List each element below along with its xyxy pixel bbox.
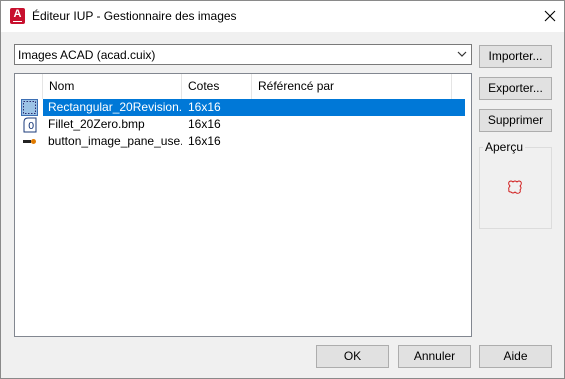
app-icon-letter: A — [13, 8, 22, 20]
help-button[interactable]: Aide — [479, 345, 552, 368]
row-cotes: 16x16 — [188, 117, 221, 131]
chevron-down-icon — [457, 51, 467, 57]
title-bar: A Éditeur IUP - Gestionnaire des images — [1, 1, 564, 32]
list-row[interactable]: 0 Fillet_20Zero.bmp 16x16 — [15, 116, 471, 133]
delete-button[interactable]: Supprimer — [479, 109, 552, 132]
button-image-pane-icon — [23, 139, 36, 144]
ok-button[interactable]: OK — [316, 345, 389, 368]
row-cotes: 16x16 — [188, 100, 221, 114]
close-icon — [544, 10, 556, 22]
rectangular-revision-icon — [21, 99, 38, 116]
cancel-button[interactable]: Annuler — [398, 345, 471, 368]
fillet-zero-icon: 0 — [23, 117, 37, 133]
row-name: Rectangular_20Revision... — [48, 100, 182, 114]
image-source-select[interactable]: Images ACAD (acad.cuix) — [14, 44, 472, 65]
image-list[interactable]: Nom Cotes Référencé par Rectangular_20Re… — [14, 73, 472, 337]
header-reference-par[interactable]: Référencé par — [252, 74, 452, 99]
header-nom[interactable]: Nom — [43, 74, 182, 99]
autocad-app-icon: A — [10, 8, 25, 24]
svg-text:0: 0 — [28, 121, 34, 132]
header-icon-column — [15, 74, 43, 99]
list-row[interactable]: Rectangular_20Revision... 16x16 — [15, 99, 471, 116]
revision-cloud-preview-icon — [508, 180, 522, 194]
row-name: Fillet_20Zero.bmp — [48, 117, 145, 131]
header-cotes[interactable]: Cotes — [182, 74, 252, 99]
close-button[interactable] — [536, 3, 564, 29]
row-name: button_image_pane_use... — [48, 134, 182, 148]
image-source-value: Images ACAD (acad.cuix) — [18, 48, 156, 62]
row-cotes: 16x16 — [188, 134, 221, 148]
preview-label: Aperçu — [483, 140, 526, 154]
list-row[interactable]: button_image_pane_use... 16x16 — [15, 133, 471, 150]
import-button[interactable]: Importer... — [479, 45, 552, 68]
image-manager-dialog: A Éditeur IUP - Gestionnaire des images … — [0, 0, 565, 379]
window-title: Éditeur IUP - Gestionnaire des images — [32, 9, 237, 23]
list-header: Nom Cotes Référencé par — [15, 74, 471, 99]
export-button[interactable]: Exporter... — [479, 77, 552, 100]
